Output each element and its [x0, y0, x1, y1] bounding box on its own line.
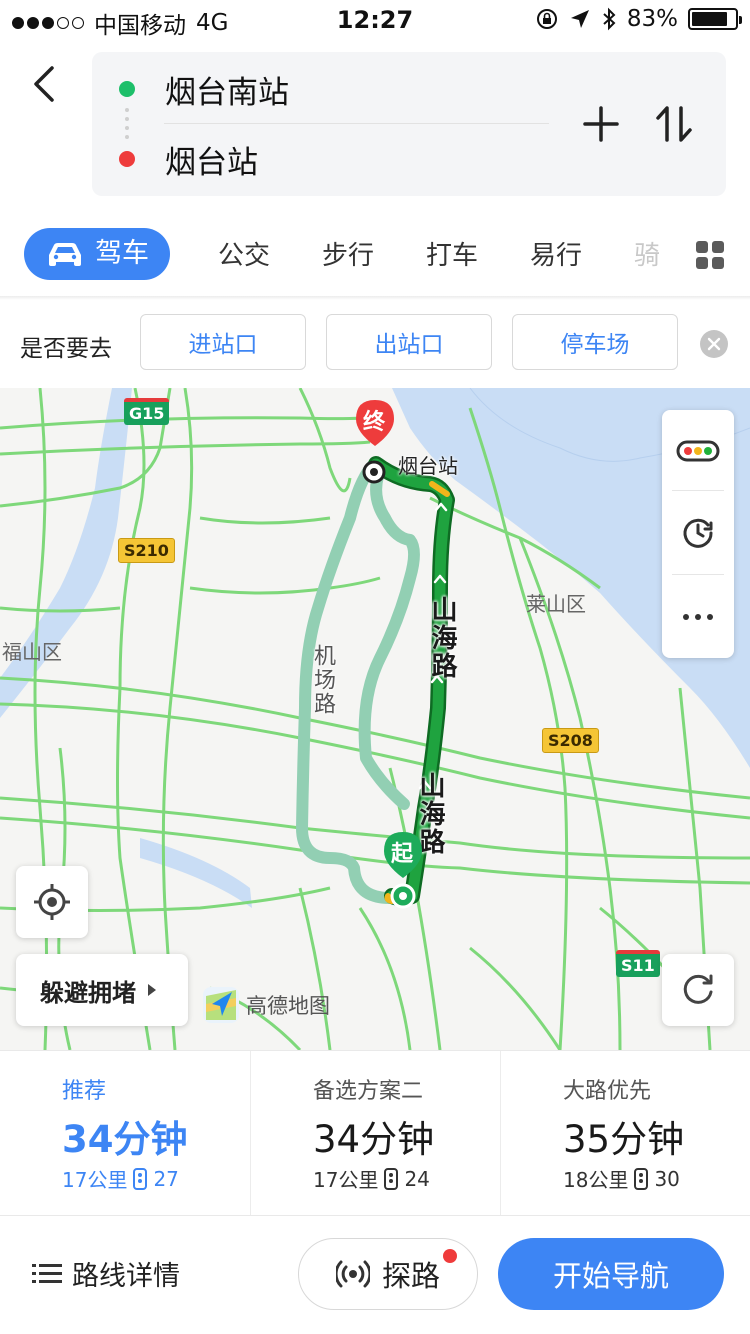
clock-refresh-icon: [683, 518, 713, 548]
station-label: 烟台站: [398, 454, 458, 478]
destination-dot-icon: [119, 151, 135, 167]
chevron-left-icon: [34, 66, 54, 102]
route-option-recommended[interactable]: 推荐 34分钟 17公里 27: [0, 1051, 250, 1217]
map-controls-panel: [662, 410, 734, 658]
close-icon: [707, 337, 721, 351]
route-option-lights: 30: [654, 1166, 680, 1191]
broadcast-icon: [335, 1260, 370, 1288]
probe-road-button[interactable]: 探路: [298, 1238, 478, 1310]
location-arrow-icon: [570, 10, 589, 28]
amap-logo-text: 高德地图: [246, 994, 330, 1018]
departure-time-button[interactable]: [662, 492, 734, 574]
traffic-lights-icon: [133, 1167, 148, 1190]
tab-bus[interactable]: 公交: [218, 232, 270, 280]
origin-dot-icon: [119, 81, 135, 97]
back-button[interactable]: [22, 62, 66, 106]
route-option-time: 35分钟: [563, 1118, 685, 1161]
tab-walk[interactable]: 步行: [322, 232, 374, 280]
entrance-button[interactable]: 进站口: [140, 314, 306, 370]
panel-separator: [672, 490, 724, 491]
swap-route-button[interactable]: [652, 102, 696, 146]
destination-pin[interactable]: 终: [352, 398, 398, 484]
refresh-icon: [683, 974, 713, 1004]
car-icon: [49, 243, 81, 266]
traffic-lights-icon: [634, 1167, 649, 1190]
avoid-congestion-label: 躲避拥堵: [40, 978, 136, 1007]
panel-separator: [672, 574, 724, 575]
origin-pin[interactable]: 起: [380, 830, 426, 909]
highway-shield-g15: G15: [124, 398, 170, 425]
crosshair-icon: [34, 884, 70, 920]
route-option-lights: 24: [404, 1166, 430, 1191]
transport-mode-tabs: 驾车 公交 步行 打车 易行 骑: [0, 220, 750, 290]
traffic-lights-icon: [384, 1167, 399, 1190]
status-bar: 中国移动 4G 12:27 83%: [0, 0, 750, 40]
map-view[interactable]: 福山区 莱山区 G15 S210 S208 S11 山海路 山海路 机场路 烟台…: [0, 388, 750, 1050]
plus-icon: [583, 106, 619, 142]
district-label-laishan: 莱山区: [526, 592, 586, 616]
parking-button[interactable]: 停车场: [512, 314, 678, 370]
bluetooth-icon: [603, 7, 616, 31]
alternative-route-line-2[interactable]: [358, 470, 420, 810]
route-details-label: 路线详情: [72, 1261, 180, 1292]
origin-text: 烟台南站: [165, 74, 289, 111]
district-label-fushan: 福山区: [2, 640, 62, 664]
probe-road-label: 探路: [381, 1259, 440, 1293]
amap-logo: 高德地图: [202, 986, 330, 1024]
highway-shield-s210: S210: [118, 538, 175, 563]
start-navigation-button[interactable]: 开始导航: [498, 1238, 724, 1310]
route-option-name: 大路优先: [563, 1079, 652, 1104]
rotation-lock-icon: [536, 9, 557, 29]
route-option-distance: 18公里: [563, 1168, 629, 1192]
swap-vertical-icon: [656, 106, 692, 142]
tab-taxi[interactable]: 打车: [426, 232, 478, 280]
bottom-action-bar: 路线详情 探路 开始导航: [0, 1216, 750, 1334]
origin-field[interactable]: 烟台南站: [92, 54, 562, 124]
road-label-airport: 机场路: [310, 644, 335, 716]
route-input-box: 烟台南站 烟台站: [92, 52, 726, 196]
play-arrow-icon: [148, 984, 156, 996]
more-options-button[interactable]: [662, 576, 734, 658]
route-option-time: 34分钟: [313, 1118, 435, 1161]
notification-dot: [443, 1249, 457, 1263]
route-option-name: 备选方案二: [313, 1079, 424, 1104]
refresh-route-button[interactable]: [662, 954, 734, 1026]
tab-drive[interactable]: 驾车: [24, 228, 170, 280]
exit-button[interactable]: 出站口: [326, 314, 492, 370]
route-option-lights: 27: [153, 1166, 179, 1191]
destination-question: 是否要去: [20, 336, 112, 362]
route-details-button[interactable]: 路线详情: [32, 1254, 180, 1293]
tab-easy-go[interactable]: 易行: [530, 232, 582, 280]
start-pin-label: 起: [391, 842, 414, 867]
battery-icon: [688, 8, 742, 30]
list-icon: [32, 1263, 62, 1283]
route-option-name: 推荐: [62, 1079, 107, 1104]
avoid-congestion-button[interactable]: 躲避拥堵: [16, 954, 188, 1026]
route-option-alternative[interactable]: 备选方案二 34分钟 17公里 24: [250, 1051, 500, 1217]
more-dots-icon: [683, 614, 713, 620]
route-option-main-roads[interactable]: 大路优先 35分钟 18公里 30: [500, 1051, 750, 1217]
route-options: 推荐 34分钟 17公里 27 备选方案二 34分钟 17公里 24 大路优先 …: [0, 1050, 750, 1217]
highway-shield-s11: S11: [616, 950, 660, 977]
destination-text: 烟台站: [165, 144, 258, 181]
destination-suggestion-bar: 是否要去 进站口 出站口 停车场: [0, 300, 750, 388]
destination-field[interactable]: 烟台站: [92, 124, 562, 194]
route-option-distance: 17公里: [62, 1168, 128, 1192]
highway-shield-s208: S208: [542, 728, 599, 753]
traffic-light-icon: [676, 440, 720, 462]
tab-drive-label: 驾车: [95, 238, 149, 269]
road-label-shanhai: 山海路: [427, 596, 457, 680]
add-waypoint-button[interactable]: [579, 102, 623, 146]
route-option-distance: 17公里: [313, 1168, 379, 1192]
close-suggestion-button[interactable]: [700, 330, 728, 358]
amap-logo-icon: [203, 987, 239, 1023]
locate-me-button[interactable]: [16, 866, 88, 938]
battery-percent: 83%: [626, 6, 678, 32]
traffic-toggle-button[interactable]: [662, 410, 734, 492]
tab-ride[interactable]: 骑: [634, 232, 664, 280]
end-pin-label: 终: [363, 410, 386, 435]
route-option-time: 34分钟: [62, 1118, 188, 1161]
more-modes-grid-icon[interactable]: [696, 241, 724, 269]
